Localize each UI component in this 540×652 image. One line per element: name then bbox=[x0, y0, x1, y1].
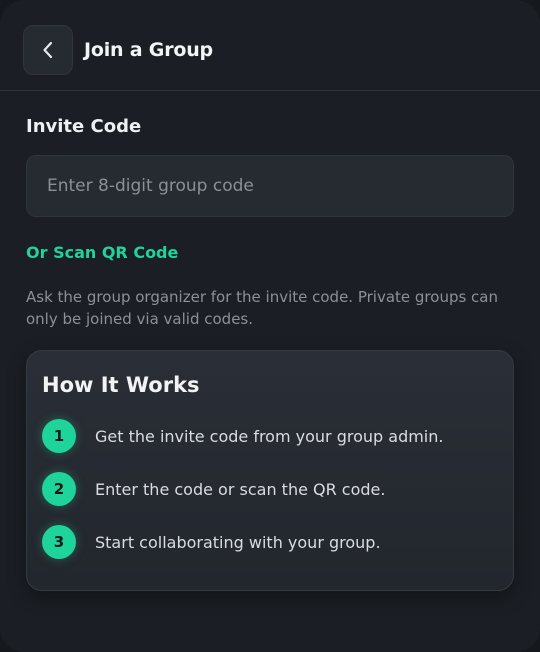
help-text: Ask the group organizer for the invite c… bbox=[26, 288, 498, 328]
step-2: 2 Enter the code or scan the QR code. bbox=[42, 472, 385, 506]
invite-code-input[interactable] bbox=[26, 155, 514, 217]
step-3: 3 Start collaborating with your group. bbox=[42, 525, 381, 559]
invite-code-label: Invite Code bbox=[26, 116, 142, 137]
how-it-works-title: How It Works bbox=[42, 373, 200, 397]
scan-qr-code-link[interactable]: Or Scan QR Code bbox=[26, 241, 178, 265]
step-text: Start collaborating with your group. bbox=[95, 532, 381, 552]
step-number-badge: 1 bbox=[42, 419, 76, 453]
chevron-left-icon bbox=[41, 40, 55, 60]
step-text: Get the invite code from your group admi… bbox=[95, 426, 444, 446]
step-1: 1 Get the invite code from your group ad… bbox=[42, 419, 443, 453]
step-number-badge: 2 bbox=[42, 472, 76, 506]
page-title: Join a Group bbox=[84, 39, 213, 61]
step-number-badge: 3 bbox=[42, 525, 76, 559]
join-group-screen: Join a Group Invite Code Or Scan QR Code… bbox=[0, 0, 540, 652]
step-text: Enter the code or scan the QR code. bbox=[95, 479, 386, 499]
back-button[interactable] bbox=[23, 25, 73, 75]
header: Join a Group bbox=[0, 0, 540, 91]
how-it-works-card: How It Works 1 Get the invite code from … bbox=[26, 350, 514, 591]
